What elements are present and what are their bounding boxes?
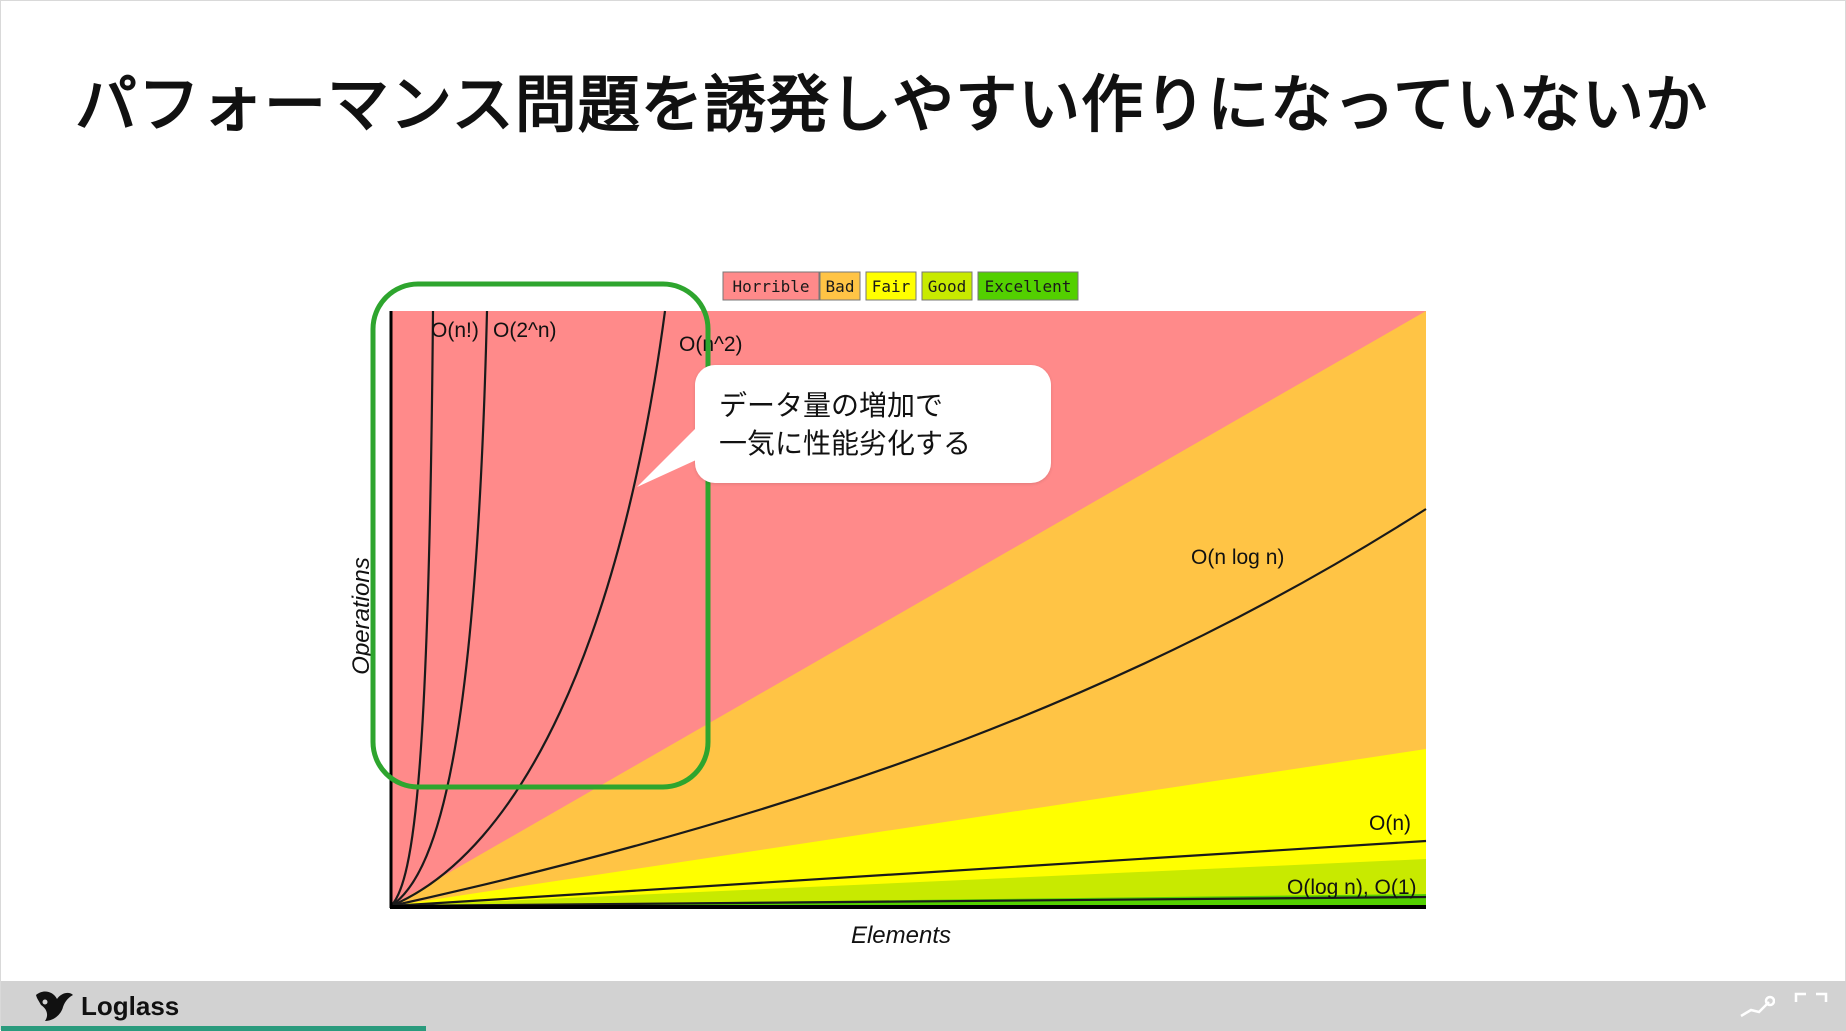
callout-bubble: データ量の増加で 一気に性能劣化する xyxy=(695,365,1051,483)
slide: パフォーマンス問題を誘発しやすい作りになっていないか Elements Opera… xyxy=(0,0,1846,1031)
callout-pointer xyxy=(637,427,707,487)
chart-legend: Horrible Bad Fair Good Excellent xyxy=(722,271,1079,301)
slide-progress-bar xyxy=(1,1026,426,1031)
legend-label-excellent: Excellent xyxy=(985,277,1072,296)
curve-label-1: O(2^n) xyxy=(493,319,557,342)
callout-line-2: 一気に性能劣化する xyxy=(719,427,972,460)
legend-label-good: Good xyxy=(928,277,967,296)
slide-title: パフォーマンス問題を誘発しやすい作りになっていないか xyxy=(75,68,1709,141)
curve-label-2: O(n^2) xyxy=(679,333,743,356)
brand-logo: Loglass xyxy=(33,986,179,1026)
slide-controls xyxy=(1737,989,1831,1023)
draw-tool-button[interactable] xyxy=(1737,989,1777,1023)
legend-label-fair: Fair xyxy=(872,277,911,296)
fullscreen-button[interactable] xyxy=(1791,989,1831,1023)
curve-label-0: O(n!) xyxy=(431,319,479,342)
legend-label-horrible: Horrible xyxy=(732,277,809,296)
legend-label-bad: Bad xyxy=(826,277,855,296)
footer-bar: Loglass xyxy=(1,981,1846,1031)
curve-label-3: O(n log n) xyxy=(1191,546,1284,569)
x-axis-label: Elements xyxy=(851,922,951,949)
fullscreen-icon xyxy=(1794,992,1828,1002)
brand-name: Loglass xyxy=(81,990,180,1021)
curve-label-4: O(n) xyxy=(1369,812,1411,835)
curve-label-5: O(log n), O(1) xyxy=(1287,876,1417,899)
pen-icon xyxy=(1740,995,1775,1018)
loglass-bird-icon xyxy=(36,991,73,1021)
callout-line-1: データ量の増加で xyxy=(719,389,944,422)
